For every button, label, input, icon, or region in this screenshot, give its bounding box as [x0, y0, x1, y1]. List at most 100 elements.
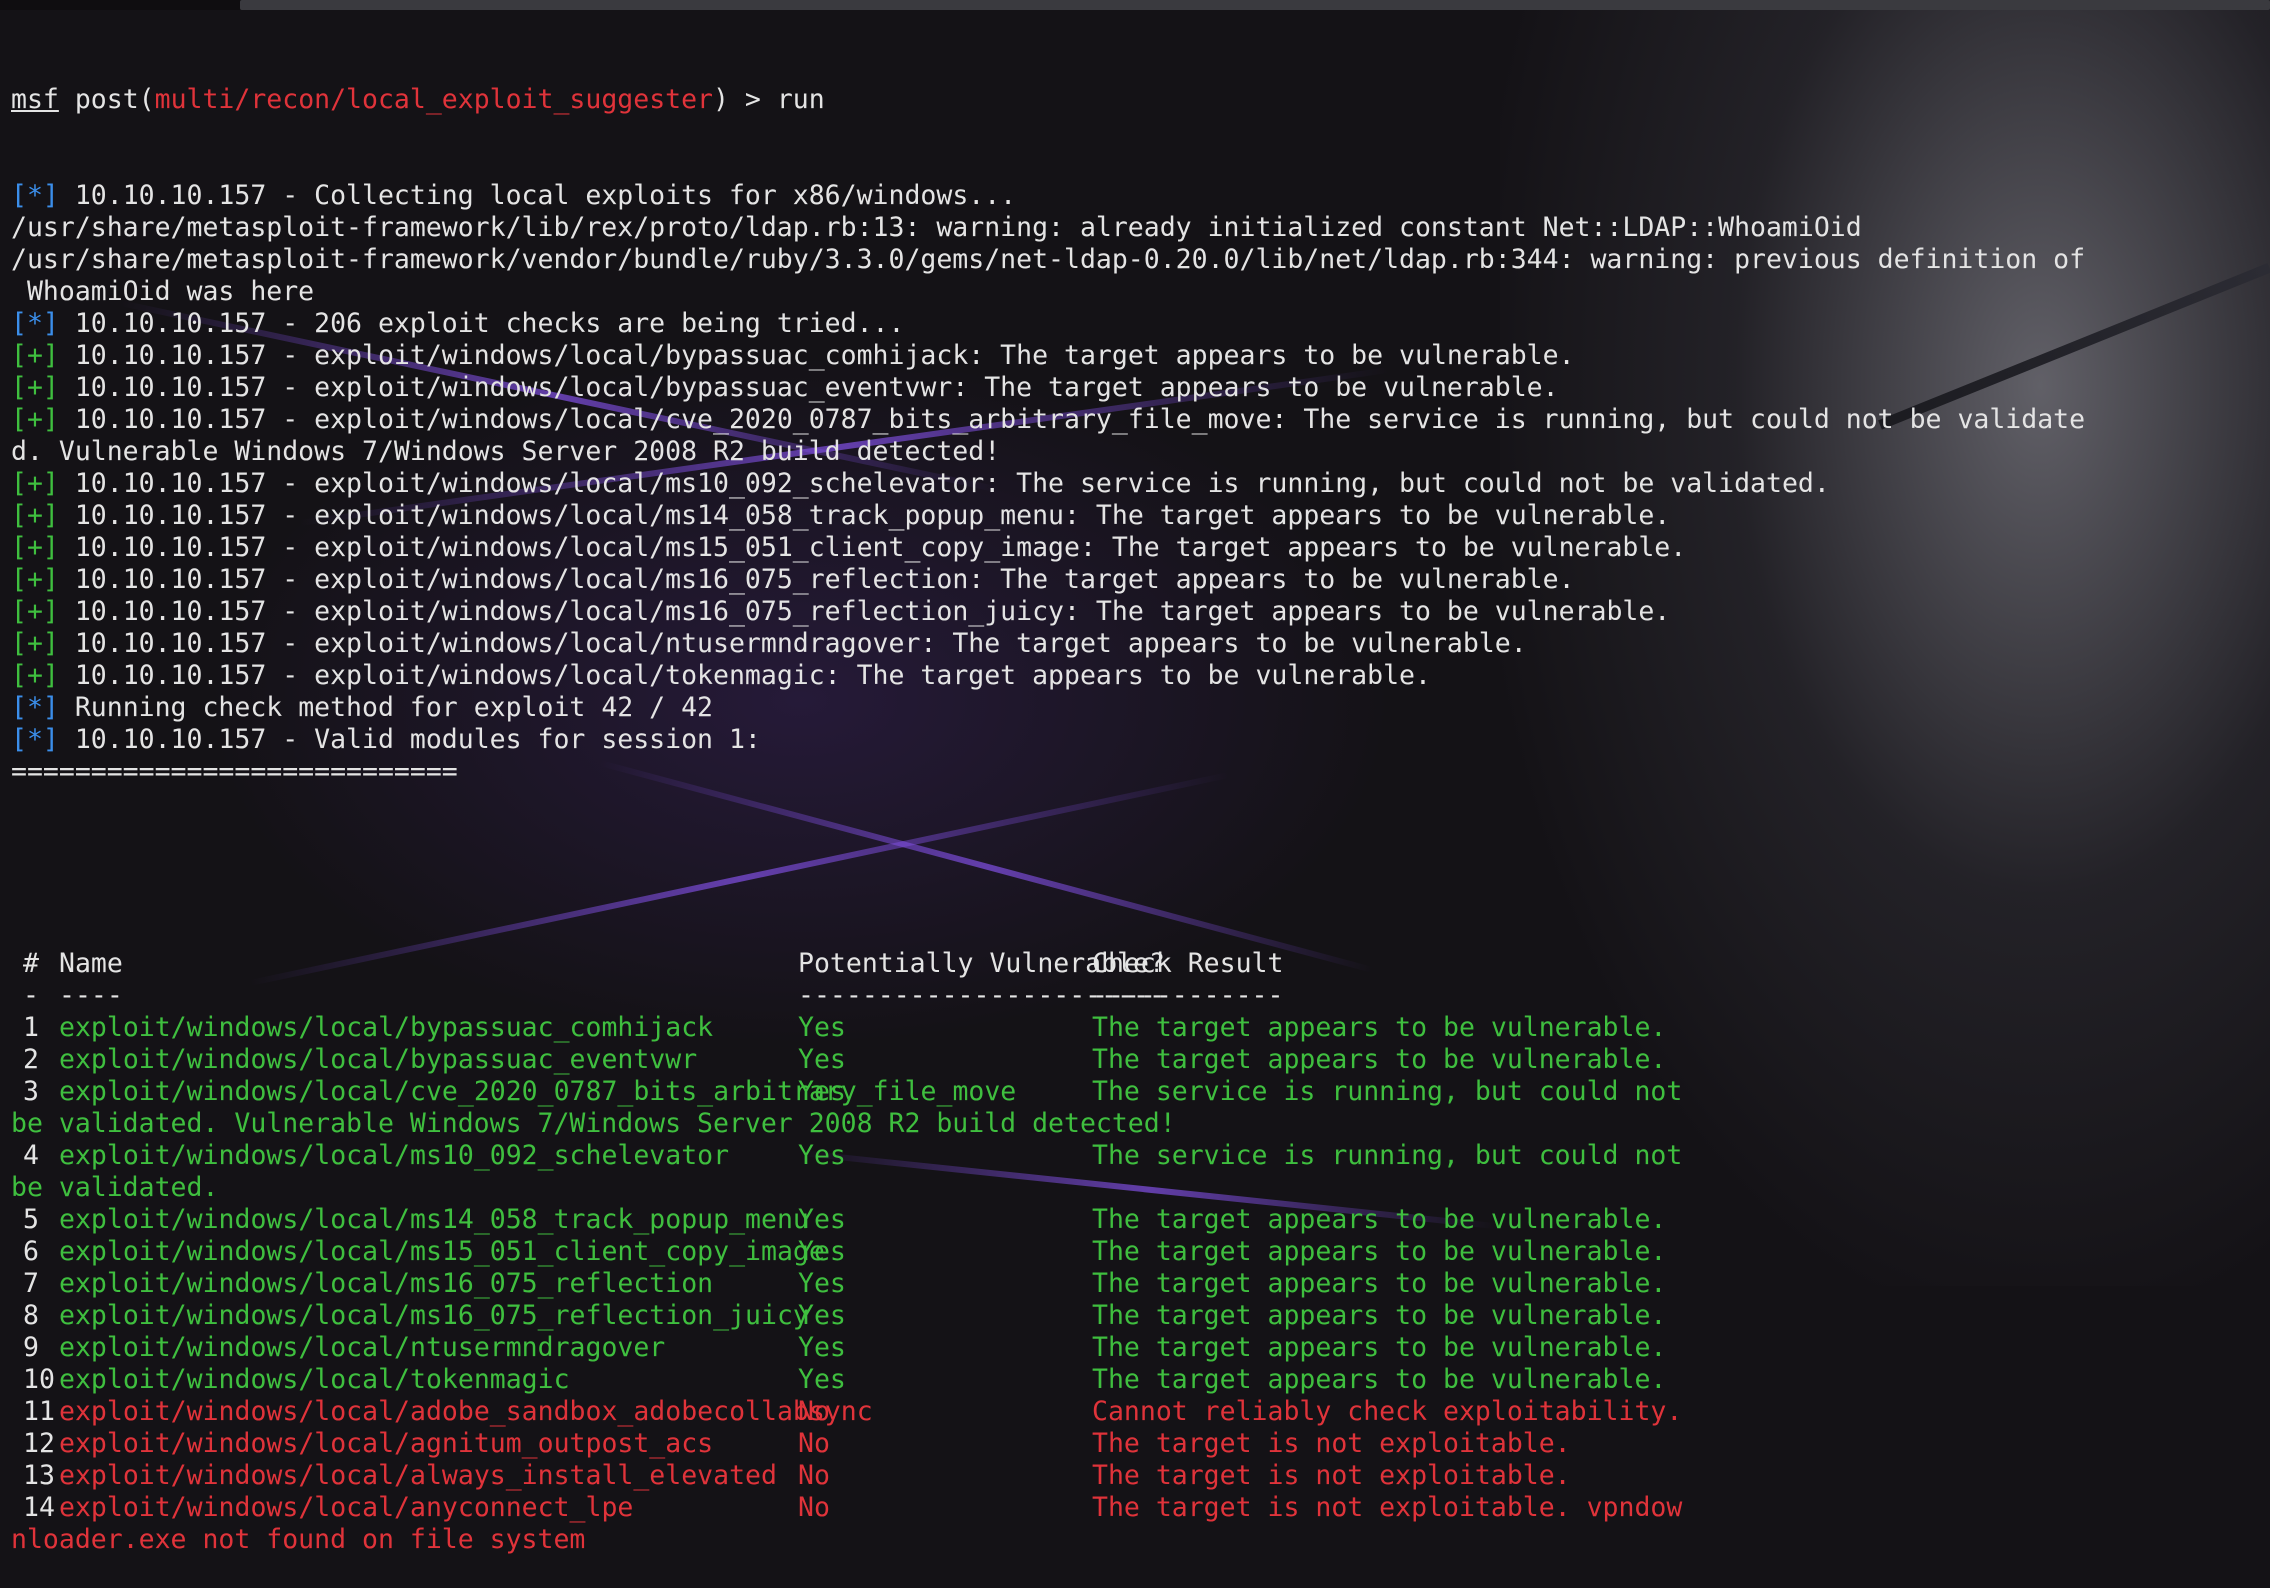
row-num: 10	[23, 1364, 55, 1395]
row-module-name: exploit/windows/local/bypassuac_eventvwr	[59, 1044, 698, 1075]
table-row-wrap: be validated. Vulnerable Windows 7/Windo…	[11, 1108, 2260, 1140]
row-module-name: exploit/windows/local/tokenmagic	[59, 1364, 570, 1395]
prompt-command: run	[776, 84, 825, 115]
output-text: /usr/share/metasploit-framework/vendor/b…	[11, 244, 2086, 275]
row-check-result: The service is running, but could not	[1092, 1076, 1683, 1107]
divider-result: ------------	[1092, 980, 1284, 1011]
row-module-name: exploit/windows/local/ms16_075_reflectio…	[59, 1300, 809, 1331]
success-tag: [+]	[11, 564, 59, 595]
row-module-name: exploit/windows/local/cve_2020_0787_bits…	[59, 1076, 1017, 1107]
success-tag: [+]	[11, 596, 59, 627]
row-vulnerable: Yes	[798, 1268, 846, 1299]
row-check-result: The target appears to be vulnerable.	[1092, 1204, 1667, 1235]
terminal-output[interactable]: msf post(multi/recon/local_exploit_sugge…	[11, 20, 2260, 1588]
info-tag: [*]	[11, 180, 59, 211]
row-result-wrap: be validated.	[11, 1172, 219, 1203]
divider-num: -	[23, 980, 39, 1011]
row-num: 9	[23, 1332, 39, 1363]
output-line: [+] 10.10.10.157 - exploit/windows/local…	[11, 500, 2260, 532]
row-module-name: exploit/windows/local/ntusermndragover	[59, 1332, 666, 1363]
row-module-name: exploit/windows/local/ms10_092_schelevat…	[59, 1140, 730, 1171]
table-row: 6 exploit/windows/local/ms15_051_client_c…	[11, 1236, 2260, 1268]
row-module-name: exploit/windows/local/always_install_ele…	[59, 1460, 777, 1491]
row-vulnerable: Yes	[798, 1300, 846, 1331]
output-line: WhoamiOid was here	[11, 276, 2260, 308]
row-num: 6	[23, 1236, 39, 1267]
row-result-wrap: be validated. Vulnerable Windows 7/Windo…	[11, 1108, 1176, 1139]
row-module-name: exploit/windows/local/agnitum_outpost_ac…	[59, 1428, 714, 1459]
row-num: 11	[23, 1396, 55, 1427]
output-line: /usr/share/metasploit-framework/vendor/b…	[11, 244, 2260, 276]
row-check-result: The service is running, but could not	[1092, 1140, 1683, 1171]
output-line: [*] 10.10.10.157 - Collecting local expl…	[11, 180, 2260, 212]
col-header-num: #	[23, 948, 39, 979]
output-text: 10.10.10.157 - exploit/windows/local/tok…	[58, 660, 1431, 691]
row-vulnerable: No	[798, 1492, 830, 1523]
row-num: 14	[23, 1492, 55, 1523]
scrollbar-thumb[interactable]	[240, 0, 2270, 10]
output-line: [*] Running check method for exploit 42 …	[11, 692, 2260, 724]
row-vulnerable: Yes	[798, 1044, 846, 1075]
output-text: 10.10.10.157 - 206 exploit checks are be…	[58, 308, 905, 339]
output-text: 10.10.10.157 - Valid modules for session…	[58, 724, 761, 755]
table-row: 12 exploit/windows/local/agnitum_outpost_…	[11, 1428, 2260, 1460]
row-module-name: exploit/windows/local/ms15_051_client_co…	[59, 1236, 825, 1267]
horizontal-scrollbar[interactable]	[0, 0, 2270, 10]
row-vulnerable: Yes	[798, 1012, 846, 1043]
prompt-close: ) >	[713, 84, 777, 115]
output-line: d. Vulnerable Windows 7/Windows Server 2…	[11, 436, 2260, 468]
table-row-wrap: nloader.exe not found on file system	[11, 1524, 2260, 1556]
table-row: 10 exploit/windows/local/tokenmagic Yes The…	[11, 1364, 2260, 1396]
output-text: Running check method for exploit 42 / 42	[58, 692, 714, 723]
table-row: 11 exploit/windows/local/adobe_sandbox_ad…	[11, 1396, 2260, 1428]
output-text: 10.10.10.157 - exploit/windows/local/ntu…	[58, 628, 1527, 659]
row-vulnerable: Yes	[798, 1076, 846, 1107]
success-tag: [+]	[11, 404, 59, 435]
output-text: WhoamiOid was here	[11, 276, 315, 307]
divider-name: ----	[59, 980, 123, 1011]
output-line: [+] 10.10.10.157 - exploit/windows/local…	[11, 596, 2260, 628]
row-num: 1	[23, 1012, 39, 1043]
row-module-name: exploit/windows/local/ms14_058_track_pop…	[59, 1204, 809, 1235]
row-module-name: exploit/windows/local/adobe_sandbox_adob…	[59, 1396, 873, 1427]
row-vulnerable: Yes	[798, 1236, 846, 1267]
row-num: 8	[23, 1300, 39, 1331]
success-tag: [+]	[11, 372, 59, 403]
row-vulnerable: Yes	[798, 1204, 846, 1235]
info-tag: [*]	[11, 692, 59, 723]
output-line: [+] 10.10.10.157 - exploit/windows/local…	[11, 628, 2260, 660]
row-vulnerable: Yes	[798, 1364, 846, 1395]
table-row: 4 exploit/windows/local/ms10_092_scheleva…	[11, 1140, 2260, 1172]
output-line: [*] 10.10.10.157 - Valid modules for ses…	[11, 724, 2260, 756]
table-row: 3 exploit/windows/local/cve_2020_0787_bit…	[11, 1076, 2260, 1108]
row-vulnerable: No	[798, 1396, 830, 1427]
table-row: 2 exploit/windows/local/bypassuac_eventvw…	[11, 1044, 2260, 1076]
prompt-line: msf post(multi/recon/local_exploit_sugge…	[11, 84, 2260, 116]
row-vulnerable: No	[798, 1428, 830, 1459]
row-num: 5	[23, 1204, 39, 1235]
output-text: 10.10.10.157 - exploit/windows/local/ms1…	[58, 500, 1671, 531]
output-line: [+] 10.10.10.157 - exploit/windows/local…	[11, 532, 2260, 564]
output-text: 10.10.10.157 - exploit/windows/local/ms1…	[58, 468, 1830, 499]
table-row: 1 exploit/windows/local/bypassuac_comhija…	[11, 1012, 2260, 1044]
row-num: 7	[23, 1268, 39, 1299]
output-text: 10.10.10.157 - exploit/windows/local/ms1…	[58, 596, 1671, 627]
output-text: 10.10.10.157 - exploit/windows/local/ms1…	[58, 564, 1575, 595]
row-check-result: The target appears to be vulnerable.	[1092, 1300, 1667, 1331]
output-lines: [*] 10.10.10.157 - Collecting local expl…	[11, 180, 2260, 788]
output-line: [+] 10.10.10.157 - exploit/windows/local…	[11, 468, 2260, 500]
row-check-result: The target is not exploitable.	[1092, 1428, 1571, 1459]
output-text: /usr/share/metasploit-framework/lib/rex/…	[11, 212, 1862, 243]
output-text: 10.10.10.157 - exploit/windows/local/byp…	[58, 372, 1559, 403]
table-row: 14 exploit/windows/local/anyconnect_lpe No…	[11, 1492, 2260, 1524]
info-tag: [*]	[11, 724, 59, 755]
output-line: [+] 10.10.10.157 - exploit/windows/local…	[11, 660, 2260, 692]
row-result-wrap: nloader.exe not found on file system	[11, 1524, 586, 1555]
table-divider: - ---- ----------------------- ------------	[11, 980, 2260, 1012]
output-line: /usr/share/metasploit-framework/lib/rex/…	[11, 212, 2260, 244]
prompt-module: multi/recon/local_exploit_suggester	[154, 84, 714, 115]
col-header-result: Check Result	[1092, 948, 1284, 979]
row-num: 3	[23, 1076, 39, 1107]
success-tag: [+]	[11, 468, 59, 499]
output-text: 10.10.10.157 - Collecting local exploits…	[58, 180, 1017, 211]
